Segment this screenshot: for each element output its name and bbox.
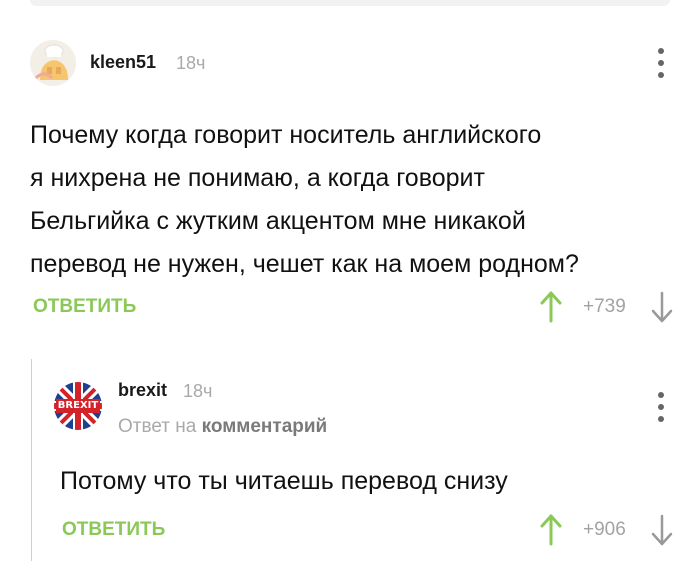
comment-line: Бельгийка с жутким акцентом мне никакой — [30, 207, 526, 235]
comment-line: Потому что ты читаешь перевод снизу — [60, 467, 508, 495]
reply-to-prefix: Ответ на — [118, 416, 197, 437]
reply-to-line: Ответ на комментарий — [118, 416, 327, 438]
reply-button[interactable]: ОТВЕТИТЬ — [62, 519, 165, 541]
comment-line: я нихрена не понимаю, а когда говорит — [30, 164, 485, 192]
arrow-up-icon[interactable] — [539, 291, 563, 323]
comment-line: Почему когда говорит носитель английског… — [30, 121, 542, 149]
comment-body: Потому что ты читаешь перевод снизу — [60, 460, 508, 503]
username[interactable]: kleen51 — [90, 52, 156, 73]
comment-body: Почему когда говорит носитель английског… — [30, 114, 579, 286]
chef-avatar-icon — [30, 40, 76, 86]
avatar-caption: BREXIT — [57, 400, 99, 411]
avatar[interactable] — [30, 40, 76, 86]
arrow-down-icon[interactable] — [650, 291, 674, 323]
avatar[interactable]: BREXIT — [54, 382, 102, 430]
arrow-down-icon[interactable] — [650, 514, 674, 546]
reply-to-link[interactable]: комментарий — [202, 416, 328, 437]
score: +906 — [583, 519, 626, 540]
comment-line: перевод не нужен, чешет как на моем родн… — [30, 250, 579, 278]
username[interactable]: brexit — [118, 380, 167, 401]
reply-button[interactable]: ОТВЕТИТЬ — [33, 296, 136, 318]
arrow-up-icon[interactable] — [539, 514, 563, 546]
previous-card-edge — [30, 0, 670, 6]
timestamp: 18ч — [183, 381, 213, 401]
kebab-menu-icon[interactable] — [657, 392, 665, 422]
thread-line — [31, 359, 32, 561]
score: +739 — [583, 296, 626, 317]
kebab-menu-icon[interactable] — [657, 48, 665, 78]
timestamp: 18ч — [176, 53, 206, 73]
